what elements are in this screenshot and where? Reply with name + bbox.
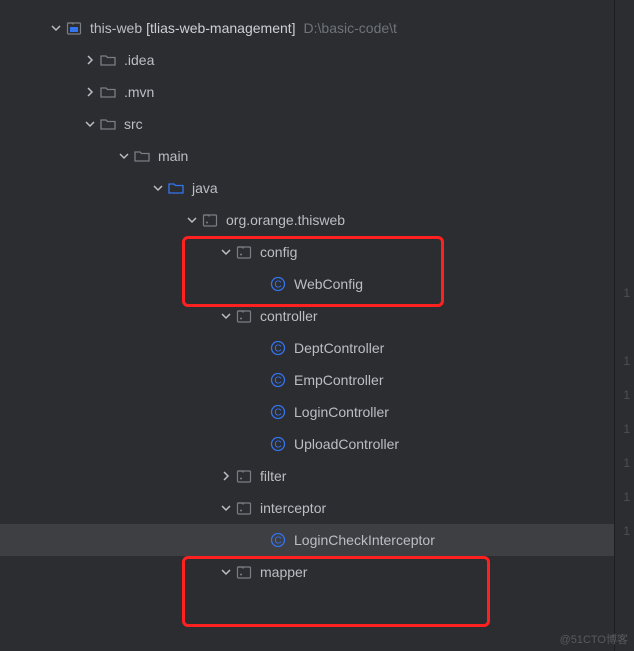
node-label: filter <box>260 468 286 484</box>
class-icon <box>268 338 288 358</box>
class-icon <box>268 402 288 422</box>
gutter-number: 1 <box>623 490 630 504</box>
chevron-down-icon[interactable] <box>218 564 234 580</box>
node-label: .mvn <box>124 84 154 100</box>
tree-row-main[interactable]: main <box>0 140 634 172</box>
node-label: java <box>192 180 218 196</box>
editor-gutter: 1 1 1 1 1 1 1 <box>614 0 634 651</box>
tree-row-src[interactable]: src <box>0 108 634 140</box>
tree-row-package-root[interactable]: org.orange.thisweb <box>0 204 634 236</box>
chevron-right-icon[interactable] <box>218 468 234 484</box>
gutter-number: 1 <box>623 524 630 538</box>
root-bracket: [tlias-web-management] <box>146 20 295 36</box>
node-label: config <box>260 244 297 260</box>
chevron-down-icon[interactable] <box>150 180 166 196</box>
tree-row-uploadcontroller[interactable]: UploadController <box>0 428 634 460</box>
root-path-hint: D:\basic-code\t <box>304 20 397 36</box>
project-tree: this-web [tlias-web-management] D:\basic… <box>0 0 634 588</box>
chevron-down-icon[interactable] <box>48 20 64 36</box>
folder-icon <box>98 50 118 70</box>
root-label: this-web <box>90 20 142 36</box>
package-icon <box>234 498 254 518</box>
chevron-right-icon[interactable] <box>82 52 98 68</box>
folder-icon <box>98 114 118 134</box>
folder-icon <box>98 82 118 102</box>
tree-row-mvn[interactable]: .mvn <box>0 76 634 108</box>
node-label: LoginController <box>294 404 389 420</box>
watermark: @51CTO博客 <box>560 631 628 647</box>
node-label: interceptor <box>260 500 326 516</box>
tree-row-mapper[interactable]: mapper <box>0 556 634 588</box>
tree-row-filter[interactable]: filter <box>0 460 634 492</box>
node-label: UploadController <box>294 436 399 452</box>
chevron-down-icon[interactable] <box>218 500 234 516</box>
chevron-down-icon[interactable] <box>218 244 234 260</box>
chevron-down-icon[interactable] <box>116 148 132 164</box>
package-icon <box>234 562 254 582</box>
tree-row-idea[interactable]: .idea <box>0 44 634 76</box>
gutter-number: 1 <box>623 286 630 300</box>
class-icon <box>268 530 288 550</box>
node-label: WebConfig <box>294 276 363 292</box>
chevron-down-icon[interactable] <box>82 116 98 132</box>
source-folder-icon <box>166 178 186 198</box>
tree-row-java[interactable]: java <box>0 172 634 204</box>
class-icon <box>268 434 288 454</box>
node-label: src <box>124 116 143 132</box>
tree-row-controller[interactable]: controller <box>0 300 634 332</box>
folder-icon <box>132 146 152 166</box>
tree-row-config[interactable]: config <box>0 236 634 268</box>
tree-row-webconfig[interactable]: WebConfig <box>0 268 634 300</box>
tree-row-root[interactable]: this-web [tlias-web-management] D:\basic… <box>0 12 634 44</box>
gutter-number: 1 <box>623 388 630 402</box>
node-label: mapper <box>260 564 307 580</box>
tree-row-interceptor[interactable]: interceptor <box>0 492 634 524</box>
tree-row-deptcontroller[interactable]: DeptController <box>0 332 634 364</box>
tree-row-logincheckinterceptor[interactable]: LoginCheckInterceptor <box>0 524 634 556</box>
gutter-number: 1 <box>623 456 630 470</box>
package-icon <box>200 210 220 230</box>
gutter-number: 1 <box>623 422 630 436</box>
chevron-right-icon[interactable] <box>82 84 98 100</box>
package-icon <box>234 306 254 326</box>
node-label: DeptController <box>294 340 384 356</box>
node-label: main <box>158 148 188 164</box>
class-icon <box>268 274 288 294</box>
module-icon <box>64 18 84 38</box>
node-label: EmpController <box>294 372 383 388</box>
chevron-down-icon[interactable] <box>184 212 200 228</box>
package-icon <box>234 242 254 262</box>
node-label: org.orange.thisweb <box>226 212 345 228</box>
gutter-number: 1 <box>623 354 630 368</box>
tree-row-logincontroller[interactable]: LoginController <box>0 396 634 428</box>
package-icon <box>234 466 254 486</box>
node-label: .idea <box>124 52 154 68</box>
node-label: controller <box>260 308 318 324</box>
chevron-down-icon[interactable] <box>218 308 234 324</box>
node-label: LoginCheckInterceptor <box>294 532 435 548</box>
class-icon <box>268 370 288 390</box>
tree-row-empcontroller[interactable]: EmpController <box>0 364 634 396</box>
